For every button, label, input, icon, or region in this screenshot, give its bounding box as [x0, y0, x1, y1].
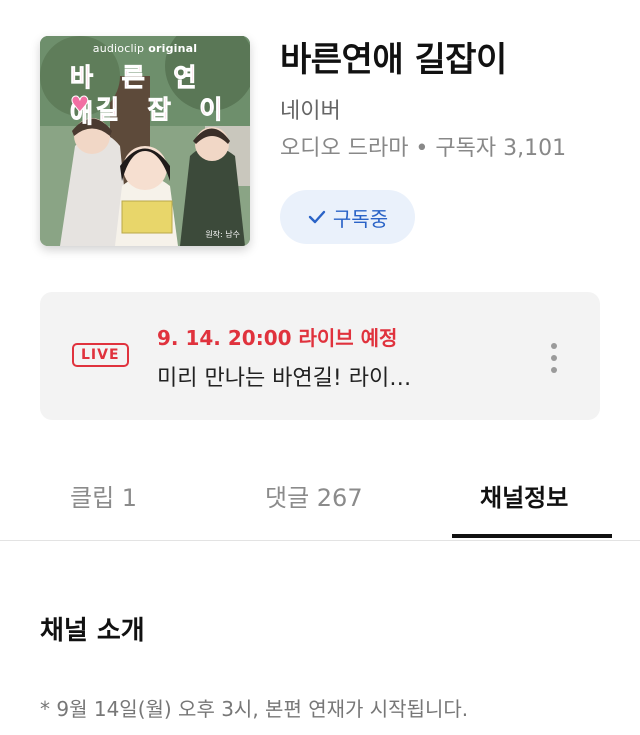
- live-schedule-time: 9. 14. 20:00 라이브 예정: [157, 326, 398, 350]
- cover-credit: 원작: 남수: [205, 230, 240, 239]
- channel-tabs: 클립 1 댓글 267 채널정보: [0, 452, 640, 541]
- tab-comments[interactable]: 댓글 267: [265, 478, 363, 513]
- more-vertical-icon[interactable]: [546, 340, 562, 376]
- live-description: 미리 만나는 바연길! 라이…: [157, 366, 412, 391]
- subscribe-button[interactable]: 구독중: [280, 190, 415, 244]
- active-tab-indicator: [452, 534, 612, 538]
- live-badge: LIVE: [72, 343, 129, 367]
- channel-cover-art: audioclip original 바 른 연 애 ♥ 길 잡 이 원작: 남…: [40, 36, 250, 246]
- channel-title: 바른연애 길잡이: [280, 40, 507, 80]
- live-schedule-card[interactable]: LIVE 9. 14. 20:00 라이브 예정 미리 만나는 바연길! 라이…: [40, 292, 600, 420]
- channel-meta: 오디오 드라마 • 구독자 3,101: [280, 136, 567, 161]
- subscribe-label: 구독중: [332, 206, 389, 231]
- cover-title-line2: 길 잡 이: [95, 95, 233, 125]
- cover-brand: audioclip original: [92, 42, 198, 55]
- tab-clips[interactable]: 클립 1: [70, 478, 137, 513]
- section-title: 채널 소개: [40, 616, 145, 646]
- channel-publisher[interactable]: 네이버: [280, 93, 341, 125]
- tab-channel-info[interactable]: 채널정보: [480, 478, 568, 513]
- heart-icon: ♥: [70, 93, 91, 119]
- check-icon: [308, 210, 326, 224]
- channel-intro-text: * 9월 14일(월) 오후 3시, 본편 연재가 시작됩니다.: [40, 697, 469, 721]
